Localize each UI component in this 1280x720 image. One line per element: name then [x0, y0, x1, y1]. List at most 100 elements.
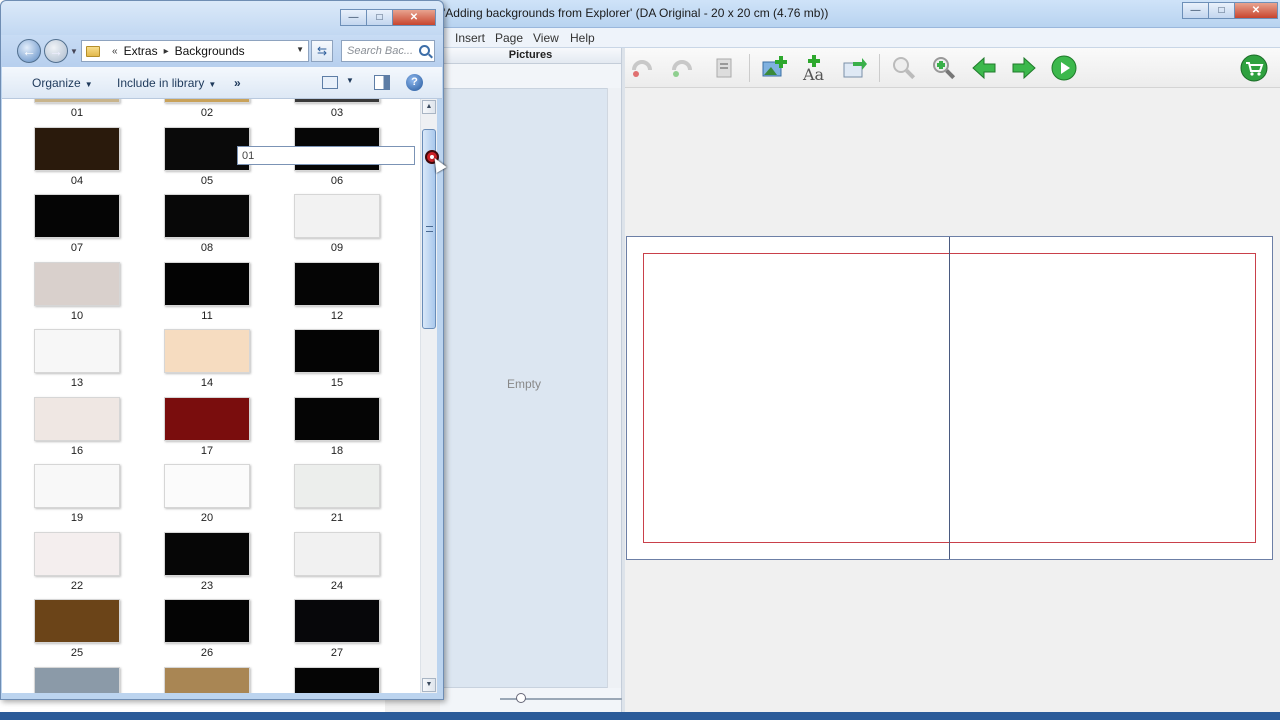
file-name-label: 24 — [330, 579, 344, 592]
redo-icon[interactable] — [667, 54, 697, 82]
file-item[interactable]: 02 — [162, 99, 252, 127]
help-icon[interactable]: ? — [406, 74, 423, 91]
file-item[interactable]: 01 — [32, 99, 122, 127]
add-text-icon[interactable]: Aa — [799, 54, 829, 82]
explorer-minimize-button[interactable]: — — [340, 9, 366, 26]
explorer-address-row: ← → ▼ « Extras ▸ Backgrounds ▼ ⇆ Search … — [1, 35, 443, 67]
toolbar-separator — [749, 54, 750, 82]
preview-pane-icon[interactable] — [374, 75, 390, 90]
change-view-icon[interactable] — [322, 76, 338, 89]
search-input[interactable]: Search Bac... — [341, 40, 435, 62]
file-item[interactable]: 26 — [162, 599, 252, 667]
file-name-label: 23 — [200, 579, 214, 592]
thumbnail-zoom-knob[interactable] — [516, 693, 526, 703]
file-name-label: 17 — [200, 444, 214, 457]
rename-input[interactable]: 01 — [237, 146, 415, 165]
file-item[interactable]: 22 — [32, 531, 122, 600]
file-item[interactable]: 11 — [162, 261, 252, 330]
file-item[interactable]: 16 — [32, 396, 122, 465]
file-name-label: 04 — [70, 174, 84, 187]
explorer-close-button[interactable]: ✕ — [392, 9, 436, 26]
close-button[interactable]: ✕ — [1234, 2, 1278, 19]
include-in-library-button[interactable]: Include in library ▼ — [117, 76, 216, 90]
file-name-label: 05 — [200, 174, 214, 187]
chevron-down-icon: ▼ — [208, 80, 217, 89]
breadcrumb-overflow-icon[interactable]: « — [112, 46, 118, 57]
cart-icon[interactable] — [1239, 54, 1269, 82]
add-picture-icon[interactable] — [759, 54, 789, 82]
forward-button[interactable]: → — [44, 39, 68, 63]
file-name-label: 08 — [200, 242, 214, 254]
menu-page[interactable]: Page — [495, 31, 523, 45]
file-item[interactable]: 04 — [32, 126, 122, 195]
file-name-label: 09 — [330, 242, 344, 254]
scroll-up-button[interactable]: ▲ — [422, 100, 436, 114]
page-icon[interactable] — [709, 54, 739, 82]
zoom-out-icon[interactable] — [889, 54, 919, 82]
address-bar[interactable]: « Extras ▸ Backgrounds ▼ — [81, 40, 309, 62]
zoom-in-icon[interactable] — [929, 54, 959, 82]
file-item[interactable]: 13 — [32, 329, 122, 397]
file-item[interactable]: 21 — [292, 464, 382, 532]
file-item[interactable]: 10 — [32, 261, 122, 330]
spine-line — [949, 237, 950, 559]
breadcrumb-separator-icon[interactable]: ▸ — [164, 46, 169, 57]
breadcrumb-backgrounds[interactable]: Backgrounds — [175, 44, 245, 58]
file-item[interactable]: 18 — [292, 396, 382, 465]
organize-button[interactable]: Organize ▼ — [32, 76, 93, 90]
file-thumbnail — [34, 99, 120, 103]
file-item[interactable]: 28 — [32, 666, 122, 693]
file-name-label: 22 — [70, 579, 84, 592]
file-item[interactable]: 09 — [292, 194, 382, 262]
export-icon[interactable] — [839, 54, 869, 82]
file-thumbnail — [164, 666, 250, 693]
maximize-button[interactable]: □ — [1208, 2, 1234, 19]
menu-insert[interactable]: Insert — [455, 31, 485, 45]
photo-book-app-window: 'Adding backgrounds from Explorer' (DA O… — [385, 0, 1280, 720]
file-item[interactable]: 19 — [32, 464, 122, 532]
file-list[interactable]: 01 02 03 04 05 06 07 08 09 10 11 12 13 14 15 16 17 18 19 20… — [2, 99, 420, 693]
back-button[interactable]: ← — [17, 39, 41, 63]
explorer-window: — □ ✕ ← → ▼ « Extras ▸ Backgrounds ▼ ⇆ S… — [0, 0, 444, 700]
recent-pages-chevron-down-icon[interactable]: ▼ — [70, 47, 78, 56]
file-item[interactable]: 08 — [162, 194, 252, 262]
file-list-scrollbar[interactable]: ▲ ▼ — [420, 99, 437, 693]
file-item[interactable]: 23 — [162, 531, 252, 600]
pictures-list[interactable]: Empty — [440, 88, 608, 688]
view-chevron-down-icon[interactable]: ▼ — [346, 76, 354, 85]
minimize-button[interactable]: — — [1182, 2, 1208, 19]
file-thumbnail — [34, 666, 120, 693]
scroll-down-button[interactable]: ▼ — [422, 678, 436, 692]
file-item[interactable]: 30 — [292, 666, 382, 693]
undo-icon[interactable] — [627, 54, 657, 82]
file-item[interactable]: 12 — [292, 261, 382, 330]
file-thumbnail — [294, 396, 380, 441]
file-item[interactable]: 03 — [292, 99, 382, 127]
pictures-panel: Pictures Empty — [440, 48, 650, 712]
file-name-label: 13 — [70, 377, 84, 389]
file-item[interactable]: 17 — [162, 396, 252, 465]
file-item[interactable]: 15 — [292, 329, 382, 397]
search-icon[interactable] — [419, 45, 430, 56]
explorer-maximize-button[interactable]: □ — [366, 9, 392, 26]
previous-page-icon[interactable] — [969, 54, 999, 82]
more-commands-button[interactable]: » — [234, 76, 241, 90]
file-item[interactable]: 25 — [32, 599, 122, 667]
file-thumbnail — [294, 261, 380, 306]
file-item[interactable]: 29 — [162, 666, 252, 693]
address-chevron-down-icon[interactable]: ▼ — [296, 45, 304, 54]
file-item[interactable]: 24 — [292, 531, 382, 600]
file-item[interactable]: 07 — [32, 194, 122, 262]
play-icon[interactable] — [1049, 54, 1079, 82]
page-spread[interactable] — [626, 236, 1273, 560]
file-item[interactable]: 27 — [292, 599, 382, 667]
breadcrumb-extras[interactable]: Extras — [124, 44, 158, 58]
file-item[interactable]: 14 — [162, 329, 252, 397]
next-page-icon[interactable] — [1009, 54, 1039, 82]
file-item[interactable]: 20 — [162, 464, 252, 532]
refresh-button[interactable]: ⇆ — [311, 40, 333, 62]
pictures-scrollbar[interactable] — [607, 88, 621, 688]
menu-view[interactable]: View — [533, 31, 559, 45]
file-thumbnail — [294, 531, 380, 576]
menu-help[interactable]: Help — [570, 31, 595, 45]
